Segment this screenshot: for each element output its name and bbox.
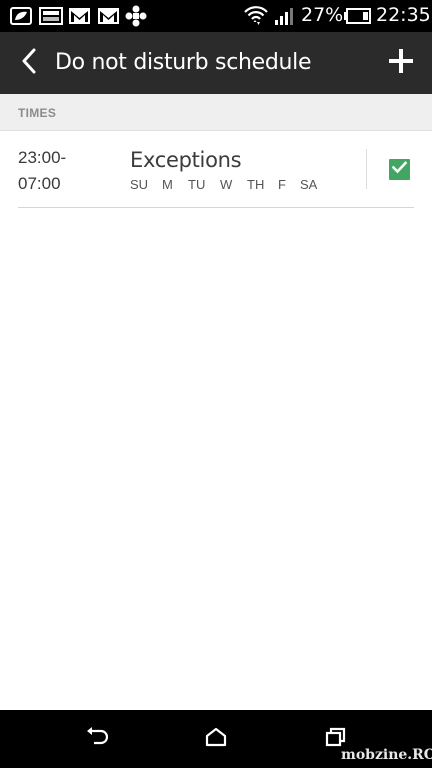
day-label: M (162, 177, 173, 192)
schedule-title: Exceptions (130, 148, 242, 172)
checkmark-icon (391, 160, 408, 179)
signal-icon (274, 6, 296, 31)
day-label: SA (300, 177, 318, 192)
battery-percent: 27% (301, 4, 344, 26)
action-bar: Do not disturb schedule (0, 32, 432, 94)
days-list: SU M TU W TH F SA (130, 177, 340, 193)
page-title: Do not disturb schedule (55, 50, 312, 75)
screen: 27% 22:35 Do not disturb schedule TIMES … (0, 0, 432, 768)
home-icon (205, 727, 227, 752)
end-time: 07:00 (18, 174, 61, 193)
status-bar: 27% 22:35 (0, 0, 432, 32)
gmail-icon (68, 7, 91, 30)
battery-icon (343, 8, 371, 29)
nav-home-button[interactable] (201, 724, 231, 754)
start-time: 23:00- (18, 148, 67, 167)
status-time: 22:35 (376, 4, 431, 26)
nav-bar: mobzine.RO (0, 710, 432, 768)
image-icon (39, 7, 63, 30)
section-header: TIMES (0, 94, 432, 131)
leaf-icon (10, 7, 32, 30)
wifi-icon (243, 3, 269, 32)
chevron-left-icon (21, 48, 37, 79)
back-icon (84, 726, 109, 753)
nav-back-button[interactable] (81, 724, 111, 754)
watermark: mobzine.RO (341, 747, 432, 763)
back-button[interactable] (14, 47, 44, 79)
row-divider (366, 149, 367, 189)
day-label: F (278, 177, 286, 192)
schedule-row[interactable]: 23:00- 07:00 Exceptions SU M TU W TH F S… (18, 131, 414, 208)
day-label: W (220, 177, 233, 192)
section-label: TIMES (18, 106, 57, 120)
plus-icon (388, 48, 414, 79)
schedule-checkbox[interactable] (389, 159, 410, 180)
day-label: TU (188, 177, 206, 192)
day-label: TH (247, 177, 265, 192)
app-icon (125, 5, 147, 32)
gmail-icon (97, 7, 120, 30)
day-label: SU (130, 177, 149, 192)
add-schedule-button[interactable] (384, 46, 418, 80)
